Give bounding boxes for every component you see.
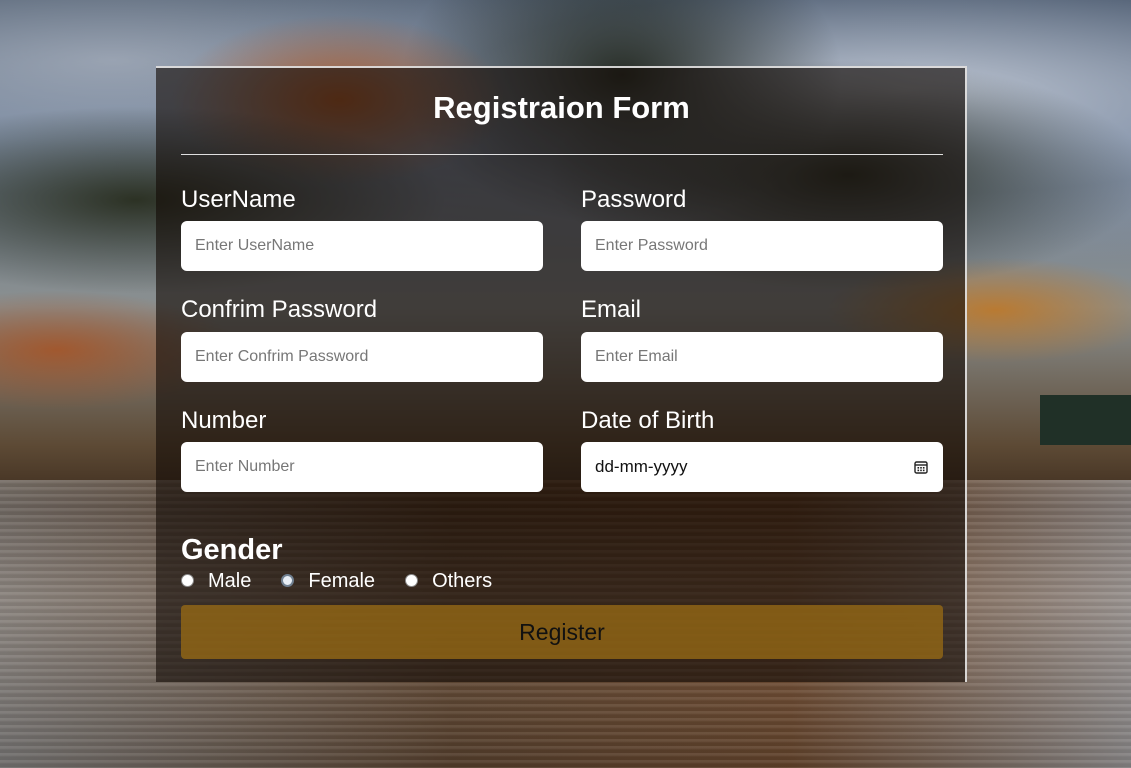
password-label: Password [581, 186, 687, 213]
title-divider [181, 154, 943, 155]
radio-label-male: Male [208, 569, 252, 592]
gender-option-male[interactable]: Male [181, 570, 251, 593]
gender-option-female[interactable]: Female [281, 570, 375, 593]
number-input[interactable] [181, 442, 543, 492]
radio-label-others: Others [432, 569, 493, 592]
password-input[interactable] [581, 221, 943, 271]
dob-input[interactable]: dd-mm-yyyy [581, 442, 943, 492]
radio-female[interactable] [281, 573, 295, 587]
radio-others[interactable] [405, 573, 419, 587]
registration-form: Registraion Form UserName Password Confr… [156, 66, 967, 682]
username-input[interactable] [181, 221, 543, 271]
confirm-password-input[interactable] [181, 332, 543, 382]
gender-options: Male Female Others [181, 568, 522, 594]
confirm-password-label: Confrim Password [181, 296, 378, 323]
gender-title: Gender [181, 534, 283, 566]
dob-value: dd-mm-yyyy [595, 457, 688, 476]
gender-option-others[interactable]: Others [405, 570, 492, 593]
email-input[interactable] [581, 332, 943, 382]
username-label: UserName [181, 186, 296, 213]
form-title: Registraion Form [433, 90, 690, 125]
number-label: Number [181, 407, 267, 434]
calendar-icon[interactable] [913, 459, 929, 475]
dob-label: Date of Birth [581, 407, 715, 434]
background-island [1040, 395, 1131, 445]
radio-male[interactable] [181, 573, 194, 587]
email-label: Email [581, 296, 642, 323]
register-button[interactable]: Register [181, 605, 943, 659]
radio-label-female: Female [308, 569, 376, 592]
